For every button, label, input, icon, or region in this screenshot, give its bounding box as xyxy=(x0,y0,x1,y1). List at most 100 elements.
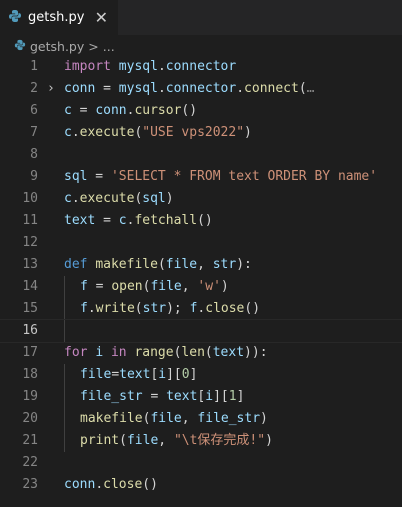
breadcrumb-more[interactable]: ... xyxy=(103,39,115,54)
code-line[interactable]: 14 f = open(file, 'w') xyxy=(0,276,402,298)
code-token: file xyxy=(150,411,182,426)
code-token: "\t保存完成!" xyxy=(173,433,266,448)
code-token: makefile xyxy=(95,257,158,272)
code-token: . xyxy=(87,301,96,316)
code-token: : xyxy=(259,345,268,360)
code-token: = xyxy=(111,367,120,382)
code-token: text xyxy=(64,213,96,228)
code-token: () xyxy=(142,477,158,492)
code-line[interactable]: 18 file=text[i][0] xyxy=(0,364,402,386)
code-line[interactable]: 23 conn.close() xyxy=(0,474,402,496)
line-number: 10 xyxy=(22,191,38,206)
code-token: str xyxy=(142,301,167,316)
breadcrumb-file[interactable]: getsh.py xyxy=(30,39,84,54)
fold-chevron-icon[interactable]: › xyxy=(47,78,55,100)
indent-guide xyxy=(64,276,80,298)
python-file-icon xyxy=(8,9,22,27)
code-token: () xyxy=(244,301,261,316)
indent-guide xyxy=(64,320,80,342)
line-number: 22 xyxy=(22,455,38,470)
code-token: f xyxy=(80,279,88,294)
code-line[interactable]: 13 def makefile(file, str): xyxy=(0,254,402,276)
code-token: , xyxy=(197,257,213,272)
code-line[interactable]: 2 › conn = mysql.connector.connect(… xyxy=(0,78,402,100)
code-text: text = c.fetchall() xyxy=(64,210,213,232)
code-line[interactable]: 7 c.execute("USE vps2022") xyxy=(0,122,402,144)
code-text: c.execute(sql) xyxy=(64,188,174,210)
tab-bar: getsh.py ✕ xyxy=(0,0,402,35)
code-token: ] xyxy=(236,389,245,404)
code-token: for xyxy=(64,345,88,360)
code-line[interactable]: 1 import mysql.connector xyxy=(0,56,402,78)
code-token: () xyxy=(197,213,213,228)
indent-guide xyxy=(64,408,80,430)
code-line[interactable]: 19 file_str = text[i][1] xyxy=(0,386,402,408)
code-token: execute xyxy=(79,191,135,206)
code-token: ) xyxy=(220,279,229,294)
code-line[interactable]: 6 c = conn.cursor() xyxy=(0,100,402,122)
code-line[interactable]: 12 xyxy=(0,232,402,254)
line-number: 23 xyxy=(22,477,38,492)
line-number: 7 xyxy=(30,125,38,140)
code-token: . xyxy=(157,81,166,96)
code-token: ( xyxy=(298,81,307,96)
code-line[interactable]: 15 f.write(str); f.close() xyxy=(0,298,402,320)
code-text: import mysql.connector xyxy=(64,56,236,78)
code-token: = xyxy=(87,279,112,294)
line-number: 8 xyxy=(30,147,38,162)
code-text: conn.close() xyxy=(64,474,158,496)
code-token: mysql xyxy=(118,59,158,74)
code-token: = xyxy=(95,81,119,96)
code-line[interactable]: 9 sql = 'SELECT * FROM text ORDER BY name… xyxy=(0,166,402,188)
code-line[interactable]: 20 makefile(file, file_str) xyxy=(0,408,402,430)
code-line[interactable]: 22 xyxy=(0,452,402,474)
indent-guide xyxy=(64,298,80,320)
code-token: conn xyxy=(64,477,96,492)
line-number: 15 xyxy=(22,301,38,316)
code-token: c xyxy=(64,103,72,118)
code-token: file xyxy=(80,367,112,382)
code-text: f.write(str); f.close() xyxy=(64,298,260,320)
indent-guide xyxy=(64,364,80,386)
code-token: , xyxy=(158,433,174,448)
code-text: c = conn.cursor() xyxy=(64,100,197,122)
line-number: 2 xyxy=(30,81,38,96)
tab-getsh-py[interactable]: getsh.py ✕ xyxy=(0,0,118,35)
code-token: sql xyxy=(142,191,166,206)
code-token: connector xyxy=(165,59,237,74)
code-token: c xyxy=(64,125,72,140)
code-token: )) xyxy=(244,345,260,360)
code-token: file_str xyxy=(197,411,261,426)
code-line[interactable]: 21 print(file, "\t保存完成!") xyxy=(0,430,402,452)
code-token: c xyxy=(118,213,127,228)
code-line[interactable]: 10 c.execute(sql) xyxy=(0,188,402,210)
code-token: ( xyxy=(204,345,213,360)
code-token: ); xyxy=(166,301,190,316)
code-editor[interactable]: 1 import mysql.connector 2 › conn = mysql. co… xyxy=(0,56,402,507)
code-line[interactable]: 16 xyxy=(0,319,402,343)
code-text: conn = mysql.connector.connect(… xyxy=(64,78,315,100)
code-token: mysql xyxy=(118,81,158,96)
code-token: , xyxy=(181,411,198,426)
close-icon[interactable]: ✕ xyxy=(95,9,108,26)
code-token: text xyxy=(166,389,198,404)
code-token: ) xyxy=(165,191,174,206)
code-token: print xyxy=(80,433,120,448)
code-token: . xyxy=(71,191,80,206)
code-line[interactable]: 17 for i in range(len(text)): xyxy=(0,342,402,364)
code-token: file xyxy=(126,433,159,448)
code-line[interactable]: 11 text = c.fetchall() xyxy=(0,210,402,232)
code-token: len xyxy=(181,345,205,360)
code-token: ) xyxy=(244,125,252,140)
code-token: import xyxy=(64,59,111,74)
code-token: in xyxy=(110,345,127,360)
code-token: , xyxy=(181,279,198,294)
code-token: range xyxy=(134,345,174,360)
code-token: conn xyxy=(95,103,127,118)
code-text: for i in range(len(text)): xyxy=(64,342,268,364)
code-text: sql = 'SELECT * FROM text ORDER BY name' xyxy=(64,166,377,188)
code-token: f xyxy=(80,301,88,316)
code-token: cursor xyxy=(134,103,182,118)
code-token: conn xyxy=(64,81,96,96)
code-line[interactable]: 8 xyxy=(0,144,402,166)
